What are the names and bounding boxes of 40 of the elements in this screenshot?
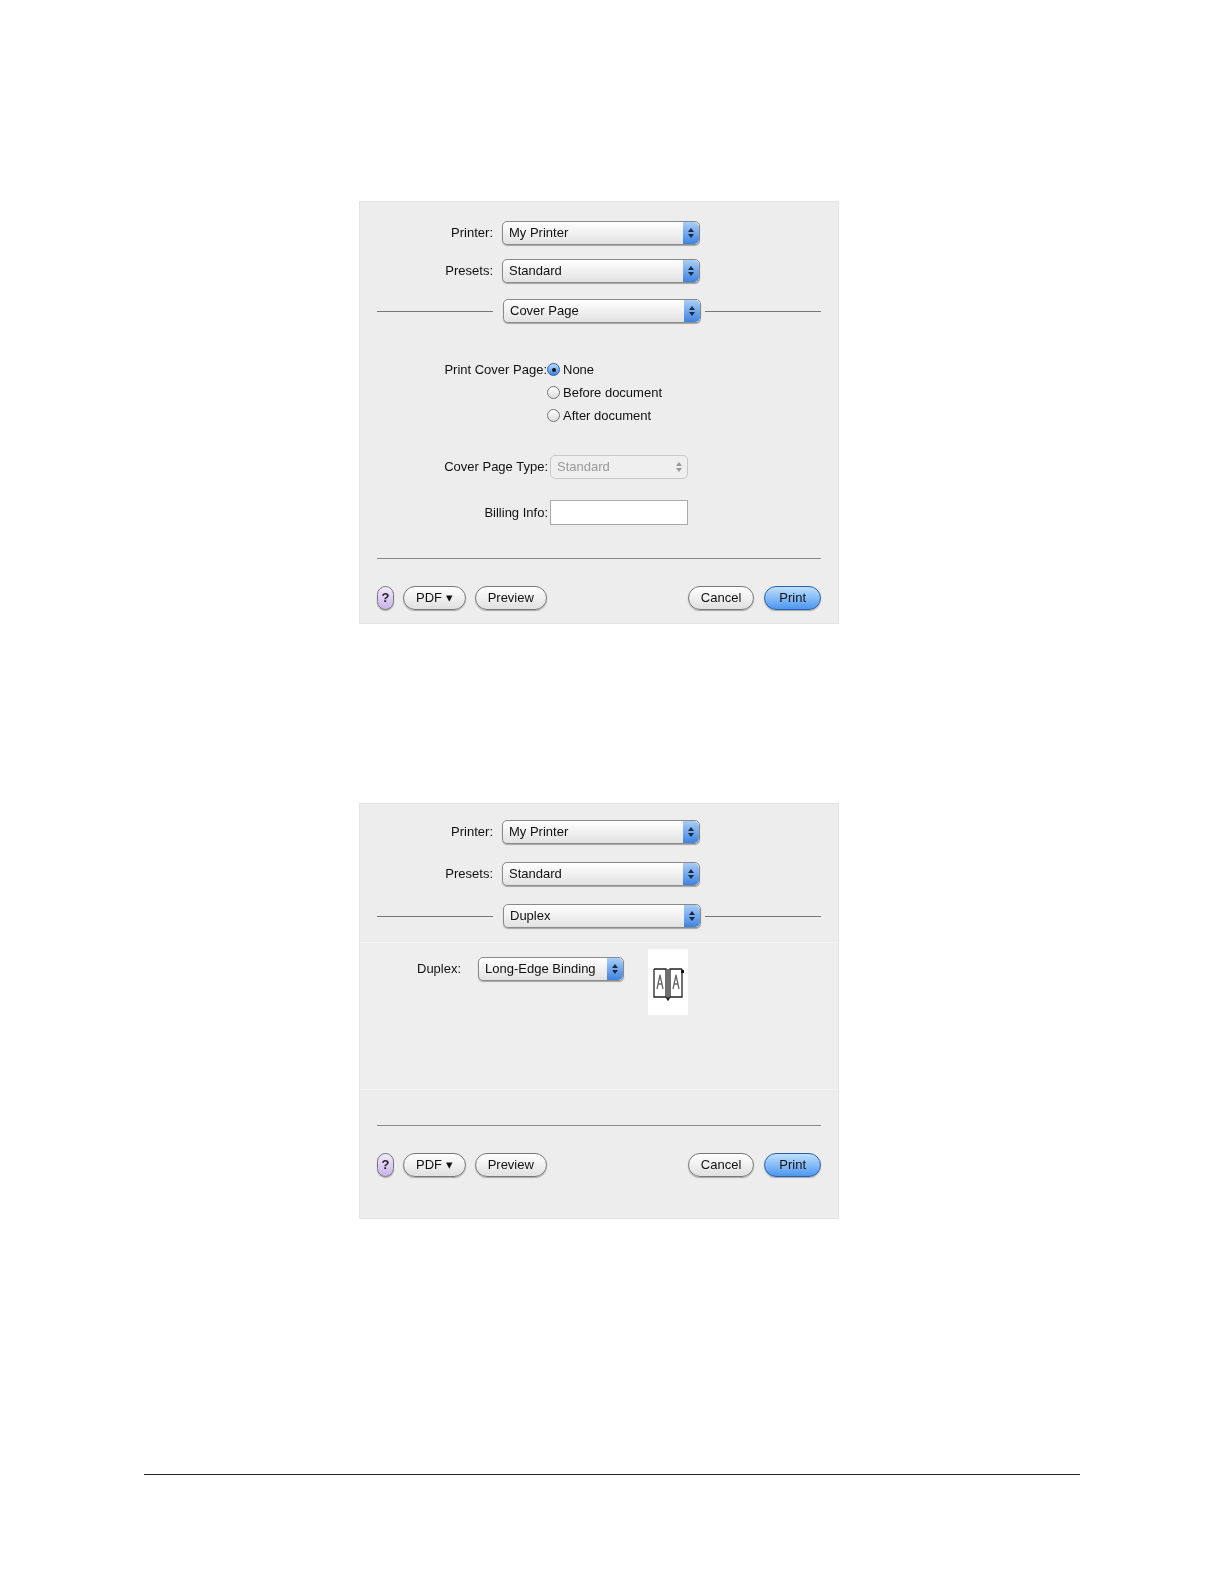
stepper-icon	[683, 222, 699, 244]
stepper-icon	[683, 863, 699, 885]
stepper-icon	[684, 905, 700, 927]
help-button[interactable]: ?	[377, 586, 394, 610]
popup-button[interactable]: Duplex	[503, 904, 701, 928]
radio-button[interactable]	[547, 386, 560, 399]
stepper-icon	[683, 260, 699, 282]
dialog-button[interactable]: Preview	[474, 1153, 547, 1177]
dialog-button[interactable]: Cancel	[687, 1153, 755, 1177]
dialog-button[interactable]: Print	[764, 1153, 821, 1177]
stepper-icon	[607, 958, 623, 980]
text-field[interactable]	[550, 500, 688, 525]
stepper-icon	[684, 300, 700, 322]
help-button[interactable]: ?	[377, 1153, 394, 1177]
popup-button[interactable]: My Printer	[502, 221, 700, 245]
option-label: None	[563, 360, 595, 379]
stepper-icon	[683, 821, 699, 843]
popup-button[interactable]: Cover Page	[503, 299, 701, 323]
option-label: After document	[563, 406, 652, 425]
dialog-button[interactable]: Cancel	[687, 586, 755, 610]
popup-button[interactable]: Long-Edge Binding	[478, 957, 624, 981]
field-label: Print Cover Page:	[443, 360, 547, 379]
field-label: Printer:	[450, 823, 494, 842]
option-label: Before document	[563, 383, 662, 402]
field-label: Cover Page Type:	[443, 458, 549, 477]
popup-button[interactable]: Standard	[502, 862, 700, 886]
dialog-button[interactable]: Preview	[474, 586, 547, 610]
popup-button[interactable]: My Printer	[502, 820, 700, 844]
dialog-button[interactable]: PDF ▾	[403, 1153, 466, 1177]
field-label: Presets:	[444, 865, 494, 884]
popup-button[interactable]: Standard	[502, 259, 700, 283]
field-label: Billing Info:	[483, 503, 549, 522]
dialog-button[interactable]: Print	[764, 586, 821, 610]
radio-button[interactable]	[547, 363, 560, 376]
field-label: Duplex:	[417, 960, 463, 979]
book-icon	[648, 949, 688, 1015]
field-label: Presets:	[444, 262, 494, 281]
field-label: Printer:	[450, 224, 494, 243]
dialog-button[interactable]: PDF ▾	[403, 586, 466, 610]
radio-button[interactable]	[547, 409, 560, 422]
